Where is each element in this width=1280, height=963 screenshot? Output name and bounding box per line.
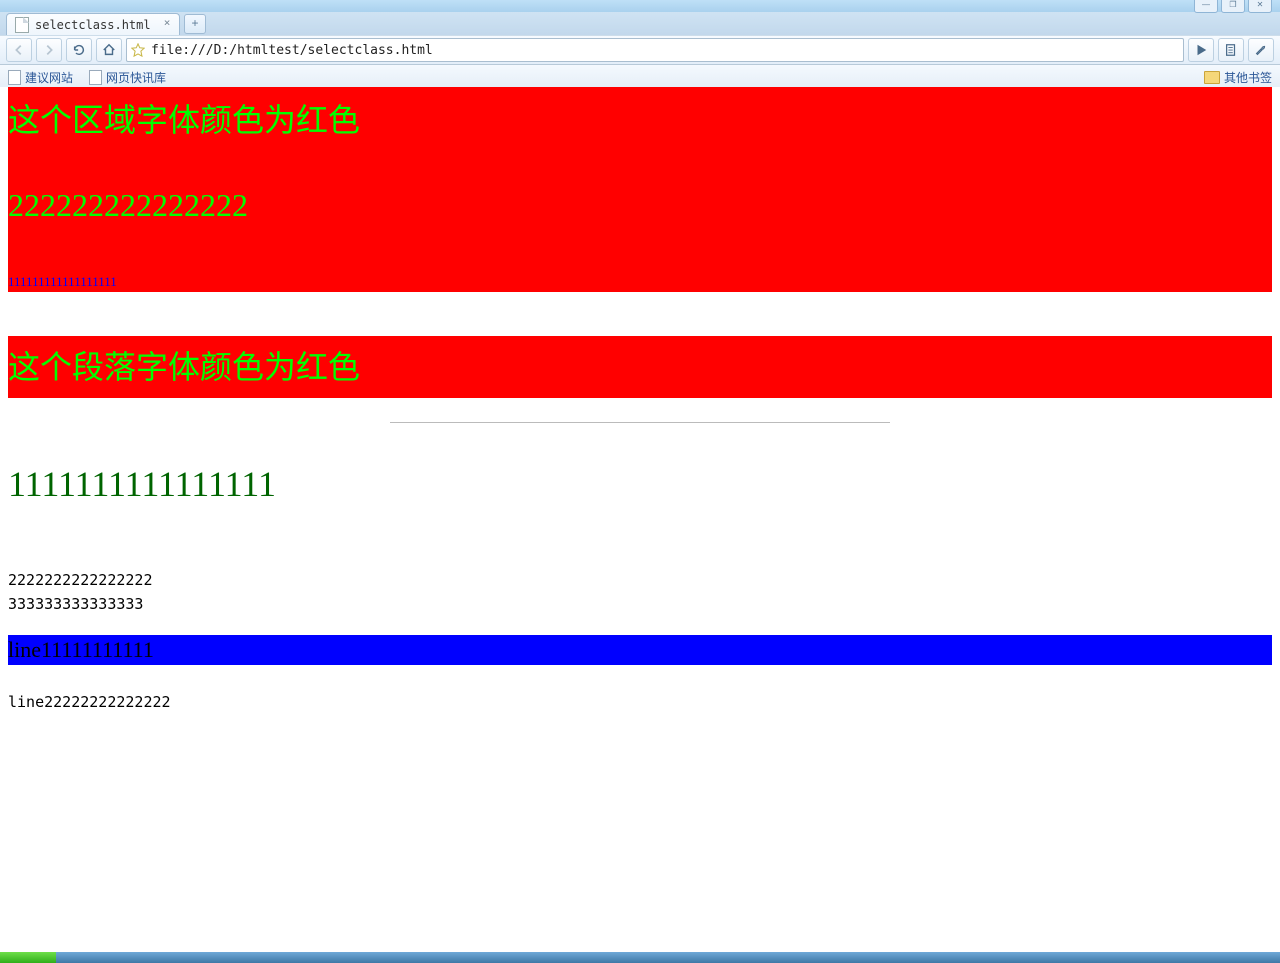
plain-text-2: 2222222222222222 — [8, 571, 1272, 589]
red-div-heading-1: 这个区域字体颜色为红色 — [8, 87, 1272, 151]
other-bookmarks-button[interactable]: 其他书签 — [1204, 69, 1272, 86]
red-paragraph-heading: 这个段落字体颜色为红色 — [8, 336, 1272, 398]
window-maximize-button[interactable]: ❐ — [1221, 0, 1245, 13]
red-paragraph-block: 这个段落字体颜色为红色 — [8, 336, 1272, 398]
bookmark-label: 网页快讯库 — [106, 69, 166, 86]
file-icon — [15, 17, 29, 33]
go-button[interactable] — [1188, 38, 1214, 62]
page-icon — [1224, 43, 1238, 57]
file-icon — [89, 70, 102, 85]
plain-text-3: 333333333333333 — [8, 595, 1272, 613]
red-div-block: 这个区域字体颜色为红色 222222222222222 111111111111… — [8, 87, 1272, 292]
tab-title: selectclass.html — [35, 18, 151, 32]
wrench-menu-button[interactable] — [1248, 38, 1274, 62]
tab-strip: selectclass.html × + — [0, 12, 1280, 35]
reload-icon — [72, 43, 86, 57]
reload-button[interactable] — [66, 38, 92, 62]
blue-band-line: line11111111111 — [8, 635, 1272, 665]
page-viewport[interactable]: 这个区域字体颜色为红色 222222222222222 111111111111… — [0, 87, 1280, 952]
bookmark-suggested-sites[interactable]: 建议网站 — [8, 69, 73, 86]
window-close-button[interactable]: ✕ — [1248, 0, 1272, 13]
home-button[interactable] — [96, 38, 122, 62]
arrow-left-icon — [12, 43, 26, 57]
file-icon — [8, 70, 21, 85]
folder-icon — [1204, 71, 1220, 84]
start-button[interactable] — [0, 952, 56, 963]
window-minimize-button[interactable]: — — [1194, 0, 1218, 13]
back-button[interactable] — [6, 38, 32, 62]
arrow-right-icon — [42, 43, 56, 57]
horizontal-rule — [390, 422, 890, 423]
toolbar — [0, 35, 1280, 65]
bookmark-web-slice[interactable]: 网页快讯库 — [89, 69, 166, 86]
window-titlebar — [0, 0, 1280, 12]
forward-button[interactable] — [36, 38, 62, 62]
wrench-icon — [1254, 43, 1268, 57]
other-bookmarks-label: 其他书签 — [1224, 69, 1272, 86]
red-div-small-text: 111111111111111111 — [8, 274, 1272, 292]
play-icon — [1194, 43, 1208, 57]
home-icon — [102, 43, 116, 57]
tab-close-button[interactable]: × — [161, 17, 173, 29]
browser-tab[interactable]: selectclass.html × — [6, 13, 180, 35]
bookmark-label: 建议网站 — [25, 69, 73, 86]
taskbar[interactable] — [0, 952, 1280, 963]
green-text-line: 1111111111111111 — [8, 463, 1272, 505]
red-div-heading-2: 222222222222222 — [8, 179, 1272, 234]
address-bar[interactable] — [126, 38, 1184, 62]
bookmark-star-icon[interactable] — [131, 43, 145, 57]
new-tab-button[interactable]: + — [184, 14, 206, 34]
page-menu-button[interactable] — [1218, 38, 1244, 62]
url-input[interactable] — [149, 42, 1179, 59]
line2-text: line22222222222222 — [8, 693, 1272, 711]
